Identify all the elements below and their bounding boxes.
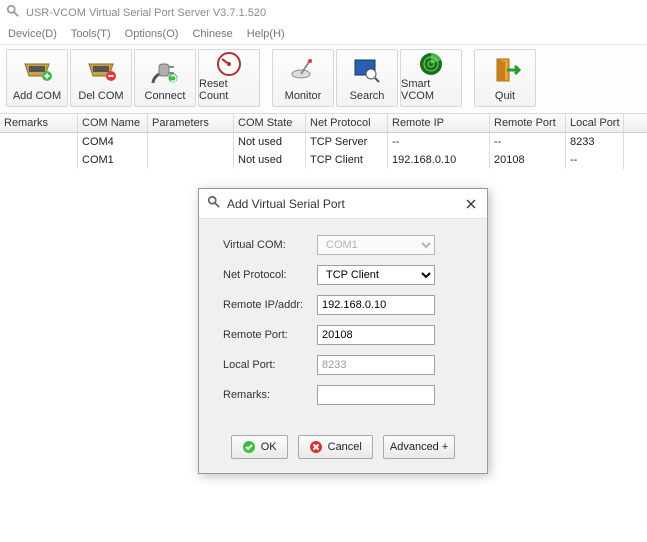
menubar: Device(D) Tools(T) Options(O) Chinese He… — [0, 25, 647, 44]
com-port-icon — [85, 50, 117, 90]
plug-icon — [149, 50, 181, 90]
cell-rip: -- — [388, 133, 490, 151]
ok-label: OK — [261, 441, 277, 453]
gauge-icon — [213, 50, 245, 78]
toolbar: Add COM Del COM Connect Reset Count Moni… — [0, 44, 647, 114]
col-comname[interactable]: COM Name — [78, 114, 148, 132]
local-port-label: Local Port: — [223, 359, 317, 371]
remote-ip-input[interactable] — [317, 295, 435, 315]
menu-help[interactable]: Help(H) — [247, 28, 285, 40]
cell-comname: COM4 — [78, 133, 148, 151]
advanced-label: Advanced + — [390, 441, 448, 453]
cell-rport: 20108 — [490, 151, 566, 169]
local-port-input[interactable] — [317, 355, 435, 375]
add-virtual-serial-port-dialog: Add Virtual Serial Port Virtual COM: COM… — [198, 188, 488, 474]
cell-state: Not used — [234, 133, 306, 151]
toolbtn-label: Reset Count — [199, 78, 259, 102]
menu-options[interactable]: Options(O) — [125, 28, 179, 40]
cell-rip: 192.168.0.10 — [388, 151, 490, 169]
cell-proto: TCP Client — [306, 151, 388, 169]
table-row[interactable]: COM1 Not used TCP Client 192.168.0.10 20… — [0, 151, 647, 169]
menu-chinese[interactable]: Chinese — [192, 28, 232, 40]
dialog-buttons: OK Cancel Advanced + — [199, 427, 487, 473]
vcom-label: Virtual COM: — [223, 239, 317, 251]
cell-params — [148, 151, 234, 169]
col-params[interactable]: Parameters — [148, 114, 234, 132]
col-lport[interactable]: Local Port — [566, 114, 624, 132]
app-icon — [6, 4, 20, 21]
reset-count-button[interactable]: Reset Count — [198, 49, 260, 107]
col-rport[interactable]: Remote Port — [490, 114, 566, 132]
toolbtn-label: Smart VCOM — [401, 78, 461, 102]
proto-label: Net Protocol: — [223, 269, 317, 281]
remarks-label: Remarks: — [223, 389, 317, 401]
remarks-input[interactable] — [317, 385, 435, 405]
toolbtn-label: Quit — [495, 90, 515, 102]
toolbtn-label: Connect — [145, 90, 186, 102]
table-row[interactable]: COM4 Not used TCP Server -- -- 8233 — [0, 133, 647, 151]
col-state[interactable]: COM State — [234, 114, 306, 132]
cell-state: Not used — [234, 151, 306, 169]
toolbtn-label: Del COM — [78, 90, 123, 102]
window-titlebar: USR-VCOM Virtual Serial Port Server V3.7… — [0, 0, 647, 25]
cell-lport: 8233 — [566, 133, 624, 151]
cell-lport: -- — [566, 151, 624, 169]
advanced-button[interactable]: Advanced + — [383, 435, 455, 459]
smart-vcom-button[interactable]: Smart VCOM — [400, 49, 462, 107]
connect-button[interactable]: Connect — [134, 49, 196, 107]
cell-remarks — [0, 151, 78, 169]
cell-remarks — [0, 133, 78, 151]
cell-rport: -- — [490, 133, 566, 151]
remote-port-label: Remote Port: — [223, 329, 317, 341]
proto-select[interactable]: TCP Client — [317, 265, 435, 285]
dialog-title: Add Virtual Serial Port — [227, 197, 345, 211]
cancel-label: Cancel — [328, 441, 362, 453]
vcom-select[interactable]: COM1 — [317, 235, 435, 255]
cell-proto: TCP Server — [306, 133, 388, 151]
col-proto[interactable]: Net Protocol — [306, 114, 388, 132]
search-screen-icon — [351, 50, 383, 90]
add-com-button[interactable]: Add COM — [6, 49, 68, 107]
exit-icon — [489, 50, 521, 90]
dialog-body: Virtual COM: COM1 Net Protocol: TCP Clie… — [199, 219, 487, 427]
cell-params — [148, 133, 234, 151]
cancel-button[interactable]: Cancel — [298, 435, 373, 459]
quit-button[interactable]: Quit — [474, 49, 536, 107]
radar-icon — [415, 50, 447, 78]
ok-button[interactable]: OK — [231, 435, 288, 459]
grid-header: Remarks COM Name Parameters COM State Ne… — [0, 114, 647, 133]
menu-tools[interactable]: Tools(T) — [71, 28, 111, 40]
cell-comname: COM1 — [78, 151, 148, 169]
del-com-button[interactable]: Del COM — [70, 49, 132, 107]
satellite-icon — [287, 50, 319, 90]
toolbtn-label: Add COM — [13, 90, 61, 102]
cancel-icon — [309, 440, 323, 454]
dialog-icon — [207, 195, 221, 212]
remote-ip-label: Remote IP/addr: — [223, 299, 317, 311]
dialog-titlebar: Add Virtual Serial Port — [199, 189, 487, 219]
col-remarks[interactable]: Remarks — [0, 114, 78, 132]
close-button[interactable] — [463, 196, 479, 212]
remote-port-input[interactable] — [317, 325, 435, 345]
check-icon — [242, 440, 256, 454]
menu-device[interactable]: Device(D) — [8, 28, 57, 40]
col-rip[interactable]: Remote IP — [388, 114, 490, 132]
search-button[interactable]: Search — [336, 49, 398, 107]
toolbtn-label: Monitor — [285, 90, 322, 102]
monitor-button[interactable]: Monitor — [272, 49, 334, 107]
com-port-icon — [21, 50, 53, 90]
window-title: USR-VCOM Virtual Serial Port Server V3.7… — [26, 7, 266, 19]
toolbtn-label: Search — [350, 90, 385, 102]
